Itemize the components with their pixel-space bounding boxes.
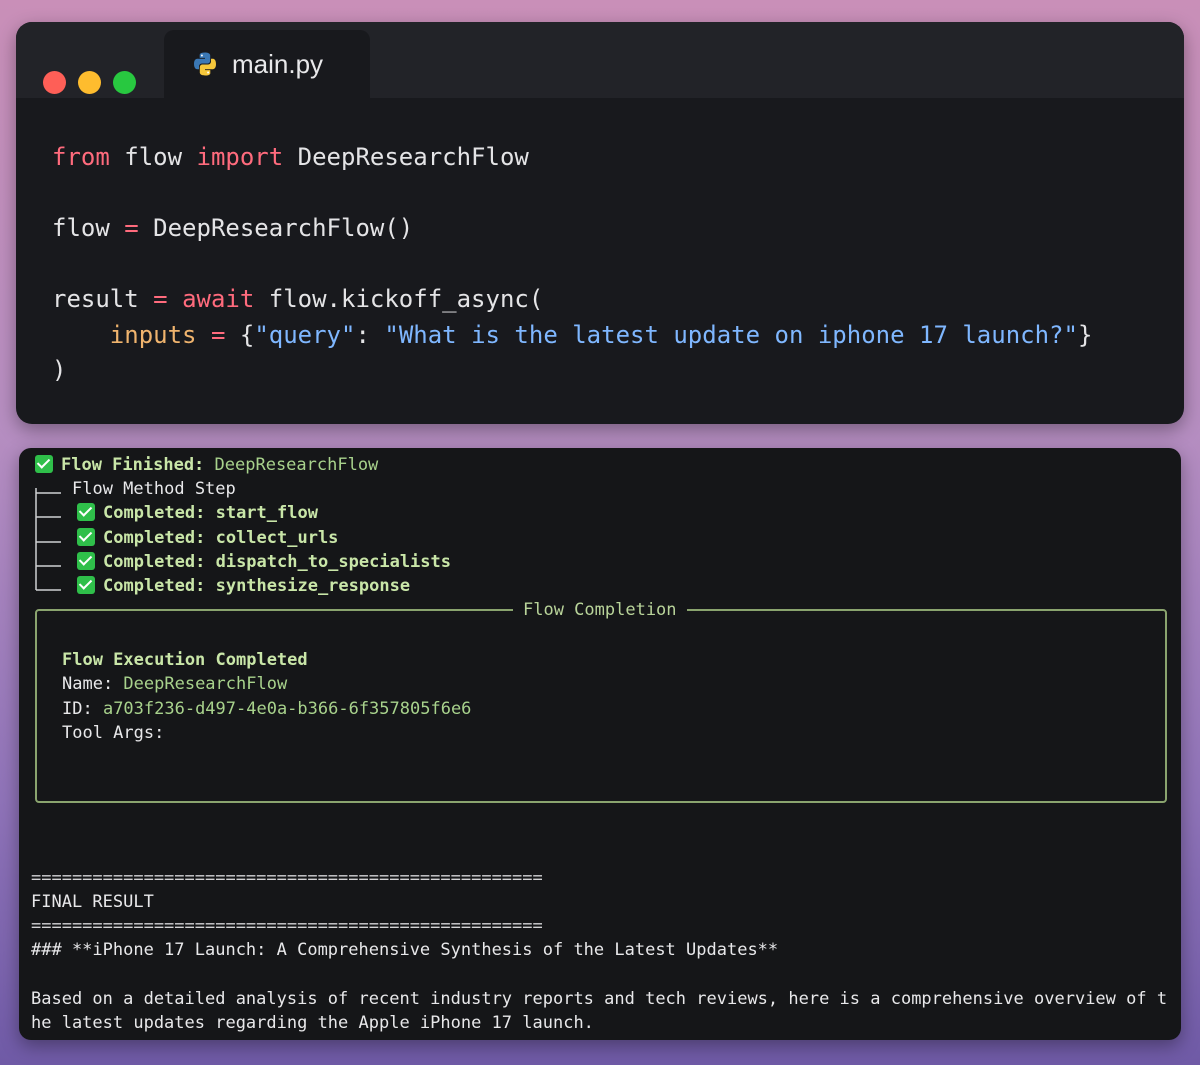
panel-heading: Flow Execution Completed: [62, 650, 308, 670]
check-icon: [77, 503, 95, 521]
panel-id-row: ID: a703f236-d497-4e0a-b366-6f357805f6e6: [62, 699, 472, 719]
step-completed-dispatch: Completed: dispatch_to_specialists: [77, 550, 451, 574]
result-text-line: Based on a detailed analysis of recent i…: [31, 989, 1168, 1009]
final-result-label: FINAL RESULT: [31, 892, 154, 912]
code-line-5: ): [52, 356, 67, 384]
flow-completion-panel: Flow Completion Flow Execution Completed…: [35, 598, 1167, 803]
panel-name-row: Name: DeepResearchFlow: [62, 674, 288, 694]
panel-title: Flow Completion: [513, 598, 687, 622]
tab-main-py[interactable]: main.py: [164, 30, 370, 98]
check-icon: [77, 528, 95, 546]
separator-rule: ========================================…: [31, 868, 543, 888]
code-line-3: result = await flow.kickoff_async(: [52, 285, 544, 313]
code-area[interactable]: from flow import DeepResearchFlow flow =…: [52, 140, 1092, 389]
maximize-window-button[interactable]: [113, 71, 136, 94]
tab-filename: main.py: [232, 48, 324, 79]
code-line-2: flow = DeepResearchFlow(): [52, 214, 414, 242]
panel-tool-args: Tool Args:: [62, 723, 165, 743]
check-icon: [35, 455, 53, 473]
code-line-4: inputs = {"query": "What is the latest u…: [109, 320, 1093, 349]
result-heading: ### **iPhone 17 Launch: A Comprehensive …: [31, 940, 779, 960]
tree-connector-icon: [35, 488, 61, 591]
close-window-button[interactable]: [43, 71, 66, 94]
step-completed-collect-urls: Completed: collect_urls: [77, 526, 338, 550]
flow-method-header: Flow Method Step: [72, 479, 236, 499]
editor-titlebar: main.py: [16, 22, 1184, 98]
terminal-output: Flow Finished: DeepResearchFlow Flow Met…: [19, 448, 1181, 1040]
step-completed-synthesize: Completed: synthesize_response: [77, 574, 410, 598]
check-icon: [77, 576, 95, 594]
flow-finished-line: Flow Finished: DeepResearchFlow: [35, 453, 378, 477]
python-icon: [194, 52, 216, 76]
check-icon: [77, 552, 95, 570]
minimize-window-button[interactable]: [78, 71, 101, 94]
result-text-line: he latest updates regarding the Apple iP…: [31, 1013, 594, 1033]
separator-rule: ========================================…: [31, 916, 543, 936]
step-completed-start-flow: Completed: start_flow: [77, 501, 318, 525]
code-editor-window: main.py from flow import DeepResearchFlo…: [16, 22, 1184, 424]
code-line-1: from flow import DeepResearchFlow: [52, 143, 529, 171]
